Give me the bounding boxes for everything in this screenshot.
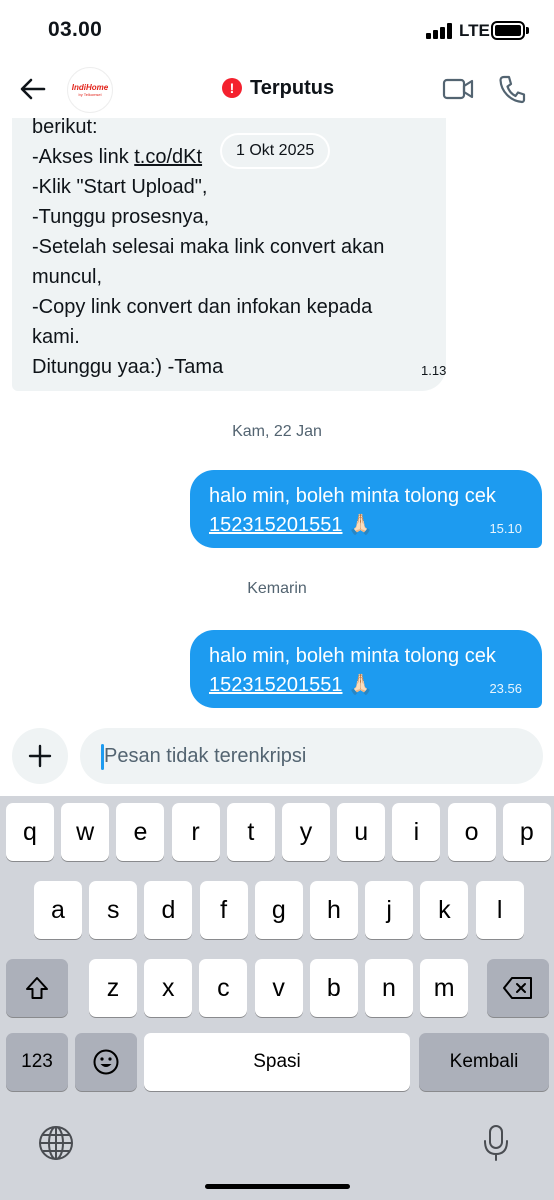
key-t[interactable]: t: [226, 803, 275, 861]
message-link[interactable]: t.co/dKt: [134, 146, 202, 168]
message-timestamp: 1.13: [421, 363, 447, 378]
message-line: 152315201551 🙏🏻: [209, 671, 522, 700]
key-b[interactable]: b: [309, 959, 358, 1017]
key-r[interactable]: r: [171, 803, 220, 861]
praying-hands-emoji: 🙏🏻: [348, 674, 373, 696]
key-v[interactable]: v: [254, 959, 303, 1017]
arrow-left-icon: [20, 78, 46, 100]
shift-key[interactable]: [6, 959, 68, 1017]
message-composer: [0, 720, 554, 796]
message-timestamp: 15.10: [489, 521, 522, 536]
key-a[interactable]: a: [34, 881, 82, 939]
message-line: -Copy link convert dan infokan kepada: [32, 296, 373, 318]
key-e[interactable]: e: [116, 803, 165, 861]
phone-number-link[interactable]: 152315201551: [209, 514, 342, 536]
add-media-button[interactable]: [12, 728, 68, 784]
language-button[interactable]: [38, 1125, 74, 1161]
message-line: muncul,: [32, 266, 103, 288]
return-key[interactable]: Kembali: [419, 1033, 549, 1091]
keyboard: qwertyuiop asdfghjkl zxcvbnm 123 Spasi K…: [0, 796, 554, 1200]
backspace-icon: [503, 977, 532, 999]
key-g[interactable]: g: [254, 881, 303, 939]
emoji-icon: [93, 1049, 119, 1075]
key-w[interactable]: w: [61, 803, 110, 861]
avatar[interactable]: IndiHome by Telkomsel: [67, 67, 113, 113]
message-timestamp: 23.56: [489, 681, 522, 696]
backspace-key[interactable]: [487, 959, 549, 1017]
key-n[interactable]: n: [365, 959, 413, 1017]
message-line: -Klik "Start Upload",: [32, 176, 208, 198]
day-separator: Kam, 22 Jan: [232, 423, 322, 440]
message-line: -Setelah selesai maka link convert akan: [32, 236, 385, 258]
key-c[interactable]: c: [199, 959, 248, 1017]
video-call-button[interactable]: [442, 76, 474, 102]
voice-call-button[interactable]: [498, 74, 526, 104]
key-l[interactable]: l: [475, 881, 524, 939]
message-line-text: -Akses link: [32, 146, 135, 168]
day-separator: Kemarin: [247, 580, 307, 597]
message-line: 152315201551 🙏🏻: [209, 511, 522, 540]
key-k[interactable]: k: [420, 881, 469, 939]
key-o[interactable]: o: [447, 803, 496, 861]
key-q[interactable]: q: [6, 803, 54, 861]
message-input-container[interactable]: [80, 728, 543, 784]
plus-icon: [28, 744, 52, 768]
conversation-title[interactable]: Terputus: [250, 77, 334, 100]
home-indicator: [205, 1184, 350, 1189]
emoji-key[interactable]: [75, 1033, 137, 1091]
date-chip: 1 Okt 2025: [222, 135, 329, 167]
message-line: kami.: [32, 326, 80, 348]
back-button[interactable]: [18, 74, 48, 104]
space-key[interactable]: Spasi: [144, 1033, 410, 1091]
outgoing-message[interactable]: halo min, boleh minta tolong cek 1523152…: [190, 470, 542, 548]
message-text: halo min, boleh minta tolong cek: [209, 645, 496, 667]
globe-icon: [39, 1126, 73, 1160]
key-h[interactable]: h: [310, 881, 358, 939]
key-y[interactable]: y: [282, 803, 330, 861]
microphone-icon: [484, 1125, 508, 1161]
key-s[interactable]: s: [89, 881, 138, 939]
avatar-brand-sub: by Telkomsel: [78, 91, 102, 97]
video-camera-icon: [442, 78, 474, 100]
conversation-header: IndiHome by Telkomsel ! Terputus: [0, 60, 554, 118]
key-m[interactable]: m: [420, 959, 469, 1017]
shift-icon: [26, 977, 48, 999]
message-line: -Tunggu prosesnya,: [32, 206, 210, 228]
outgoing-message[interactable]: halo min, boleh minta tolong cek 1523152…: [190, 630, 542, 708]
key-x[interactable]: x: [144, 959, 193, 1017]
phone-icon: [499, 75, 526, 104]
key-i[interactable]: i: [392, 803, 441, 861]
key-j[interactable]: j: [365, 881, 414, 939]
numbers-key[interactable]: 123: [6, 1033, 68, 1091]
praying-hands-emoji: 🙏🏻: [348, 514, 373, 536]
key-p[interactable]: p: [502, 803, 551, 861]
message-line: Ditunggu yaa:) -Tama: [32, 356, 224, 378]
key-u[interactable]: u: [337, 803, 386, 861]
avatar-brand: IndiHome: [71, 82, 109, 92]
key-z[interactable]: z: [89, 959, 137, 1017]
incoming-message[interactable]: berikut: -Akses link t.co/dKt -Klik "Sta…: [12, 80, 446, 391]
key-d[interactable]: d: [144, 881, 193, 939]
dictation-button[interactable]: [482, 1124, 510, 1162]
key-f[interactable]: f: [199, 881, 248, 939]
phone-number-link[interactable]: 152315201551: [209, 674, 342, 696]
message-input[interactable]: [104, 728, 524, 784]
alert-icon: !: [222, 78, 242, 98]
message-text: halo min, boleh minta tolong cek: [209, 485, 496, 507]
